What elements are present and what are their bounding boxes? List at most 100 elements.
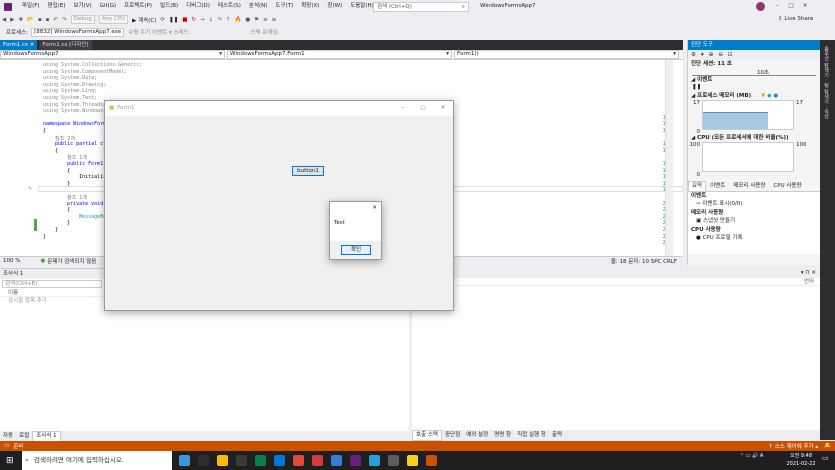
step-out-icon[interactable]: ↑: [226, 17, 231, 23]
form1-close-button[interactable]: ✕: [433, 101, 453, 116]
record-cpu-link[interactable]: ● CPU 프로필 기록: [688, 234, 820, 243]
restart-icon[interactable]: ⟳: [160, 17, 165, 23]
tab-call-stack[interactable]: 호출 스택: [412, 429, 442, 441]
continue-button[interactable]: ▶ 계속(C): [132, 16, 156, 24]
menu-item[interactable]: 빌드(B): [156, 0, 182, 13]
undo-icon[interactable]: ↶: [53, 17, 58, 23]
menu-item[interactable]: 파일(F): [18, 0, 44, 13]
maximize-button[interactable]: □: [784, 0, 798, 13]
tab-breakpoints[interactable]: 중단점: [442, 431, 463, 440]
taskbar-app-icon[interactable]: [293, 455, 304, 466]
side-tool-strip[interactable]: 솔루션 탐색기 · 팀 탐색기 · 속성: [820, 40, 835, 440]
panel-controls-icon[interactable]: ▾ ⊓ ✕: [801, 270, 816, 276]
taskbar-app-icon[interactable]: [407, 455, 418, 466]
cpu-graph[interactable]: [702, 142, 794, 172]
watch-search-input[interactable]: 검색(Ctrl+E): [2, 280, 102, 288]
comment-icon[interactable]: ≡: [263, 17, 268, 23]
tab-locals[interactable]: 로컬: [16, 432, 32, 441]
tab-events[interactable]: 이벤트: [706, 181, 729, 192]
source-control-button[interactable]: ↑ 소스 제어에 추가 ▴: [768, 442, 818, 450]
bookmark-icon[interactable]: ⚑: [254, 17, 259, 23]
taskbar-app-icon[interactable]: [331, 455, 342, 466]
save-all-icon[interactable]: ▪: [46, 17, 50, 23]
close-button[interactable]: ✕: [798, 0, 812, 13]
zoom-select[interactable]: 100 %: [3, 258, 20, 264]
menu-item[interactable]: Git(G): [96, 0, 121, 13]
ok-button[interactable]: 확인: [341, 245, 371, 255]
tab-form1-design[interactable]: Form1.cs [디자인]: [39, 40, 92, 50]
tab-output[interactable]: 출력: [549, 431, 565, 440]
menu-item[interactable]: 도구(T): [271, 0, 297, 13]
stack-frame-label[interactable]: 스택 프레임:: [250, 28, 279, 36]
taskbar-app-icon[interactable]: [350, 455, 361, 466]
zoom-in-icon[interactable]: ⊕: [709, 52, 714, 58]
clock[interactable]: 오전 9:48 2021-02-22: [782, 452, 820, 468]
solution-explorer-tab[interactable]: 솔루션 탐색기 · 팀 탐색기 · 속성: [823, 46, 830, 119]
tab-exception-settings[interactable]: 예외 설정: [463, 431, 491, 440]
redo-icon[interactable]: ↷: [62, 17, 67, 23]
taskbar-search[interactable]: ⌕ 검색하려면 여기에 입력하십시오.: [22, 451, 172, 470]
minimize-button[interactable]: –: [770, 0, 784, 13]
timeline-ruler[interactable]: 10초: [692, 68, 816, 76]
menu-item[interactable]: 프로젝트(P): [120, 0, 156, 13]
button1[interactable]: button1: [292, 166, 324, 176]
pause-icon[interactable]: ❚❚: [169, 17, 178, 23]
menu-item[interactable]: 확장(X): [297, 0, 323, 13]
show-events-link[interactable]: ⇔ 이벤트 표시(0/0): [688, 200, 820, 209]
tab-summary[interactable]: 요약: [688, 181, 707, 192]
taskbar-app-icon[interactable]: [388, 455, 399, 466]
tab-autos[interactable]: 자동: [0, 432, 16, 441]
take-snapshot-link[interactable]: ▣ 스냅샷 만들기: [688, 217, 820, 226]
menu-item[interactable]: 보기(V): [69, 0, 95, 13]
reset-zoom-icon[interactable]: ⊡: [728, 52, 733, 58]
notifications-icon[interactable]: 🔔: [824, 443, 831, 449]
form1-minimize-button[interactable]: –: [393, 101, 413, 116]
msgbox-close-button[interactable]: ✕: [330, 202, 381, 214]
step-into-icon[interactable]: ↓: [209, 17, 214, 23]
taskbar-app-icon[interactable]: [179, 455, 190, 466]
tab-watch1[interactable]: 조사식 1: [32, 430, 61, 442]
tab-form1-cs[interactable]: Form1.cs ✕: [0, 40, 38, 50]
zoom-out-icon[interactable]: ⊖: [718, 52, 723, 58]
issues-status[interactable]: 문제가 검색되지 않음: [47, 257, 96, 265]
process-select[interactable]: [8832] WindowsFormsApp7.exe: [31, 27, 125, 37]
memory-graph[interactable]: [702, 100, 794, 130]
breakpoint-icon[interactable]: ●: [245, 17, 250, 23]
tab-command-window[interactable]: 명령 창: [491, 431, 514, 440]
vertical-scrollbar[interactable]: [665, 60, 673, 256]
tab-memory[interactable]: 메모리 사용량: [729, 181, 769, 192]
member-select[interactable]: Form1() ▾: [454, 50, 679, 59]
taskbar-app-icon[interactable]: [369, 455, 380, 466]
form1-maximize-button[interactable]: □: [413, 101, 433, 116]
lifecycle-events[interactable]: 수명 주기 이벤트 ▾ 스레드:: [128, 28, 190, 36]
avatar[interactable]: [756, 2, 765, 11]
menu-item[interactable]: 디버그(D): [182, 0, 214, 13]
class-select[interactable]: WindowsFormsApp7.Form1 ▾: [227, 50, 452, 59]
save-icon[interactable]: ▪: [38, 17, 42, 23]
back-icon[interactable]: ◀: [2, 17, 6, 23]
new-project-icon[interactable]: ✚: [18, 17, 23, 23]
tray-icons[interactable]: ⌃ ▭ 🔊 A: [740, 452, 763, 460]
config-select[interactable]: Debug: [70, 15, 95, 24]
tab-immediate-window[interactable]: 직접 실행 창: [514, 431, 549, 440]
restart-debug-icon[interactable]: ↻: [191, 17, 196, 23]
select-tools-icon[interactable]: ▾: [701, 52, 704, 58]
menu-item[interactable]: 테스트(S): [214, 0, 245, 13]
hot-reload-icon[interactable]: 🔥: [234, 17, 241, 23]
taskbar-app-icon[interactable]: [217, 455, 228, 466]
platform-select[interactable]: Any CPU: [98, 15, 129, 24]
menu-item[interactable]: 분석(N): [245, 0, 272, 13]
open-icon[interactable]: 📂: [27, 17, 34, 23]
forward-icon[interactable]: ▶: [10, 17, 14, 23]
notification-center-icon[interactable]: ▭: [822, 454, 829, 462]
taskbar-app-icon[interactable]: [426, 455, 437, 466]
step-icon[interactable]: →: [200, 17, 205, 23]
windows-start-icon[interactable]: ⊞: [6, 456, 14, 466]
step-over-icon[interactable]: ↷: [217, 17, 222, 23]
taskbar-app-icon[interactable]: [274, 455, 285, 466]
search-input[interactable]: 검색 (Ctrl+Q) ⌕: [373, 2, 469, 12]
settings-icon[interactable]: ⚙: [691, 52, 696, 58]
taskbar-app-icon[interactable]: [312, 455, 323, 466]
live-share-button[interactable]: ⇪ Live Share: [778, 13, 813, 26]
taskbar-app-icon[interactable]: [236, 455, 247, 466]
